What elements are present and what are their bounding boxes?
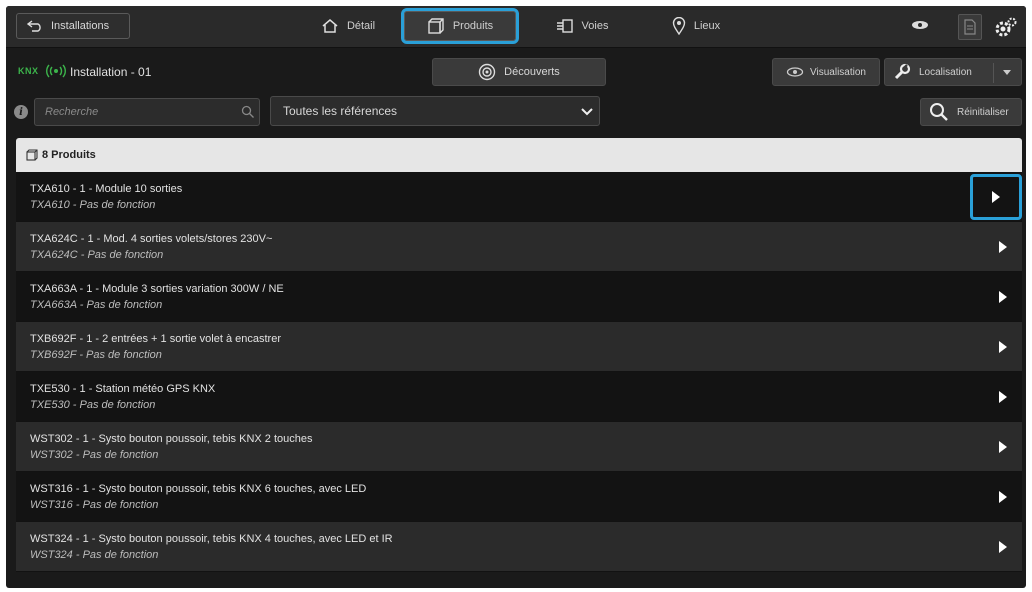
reset-filters-label: Réinitialiser — [957, 106, 1009, 118]
product-title: TXA624C - 1 - Mod. 4 sorties volets/stor… — [30, 233, 273, 245]
product-title: TXA663A - 1 - Module 3 sorties variation… — [30, 283, 284, 295]
product-subtitle: TXA663A - Pas de fonction — [30, 299, 163, 311]
product-row[interactable]: TXA663A - 1 - Module 3 sorties variation… — [16, 272, 1022, 322]
reset-filters-button[interactable]: Réinitialiser — [920, 98, 1022, 126]
installation-name: Installation - 01 — [70, 65, 152, 79]
product-title: WST302 - 1 - Systo bouton poussoir, tebi… — [30, 433, 313, 445]
product-subtitle: WST324 - Pas de fonction — [30, 549, 159, 561]
installation-toolbar: KNX Installation - 01 Découverts Visuali… — [6, 56, 1026, 88]
product-row[interactable]: WST324 - 1 - Systo bouton poussoir, tebi… — [16, 522, 1022, 572]
back-arrow-icon — [27, 20, 41, 32]
document-button[interactable] — [958, 14, 982, 40]
eye-toggle-icon[interactable] — [910, 18, 930, 32]
discover-button-label: Découverts — [504, 66, 560, 78]
product-list-header: 8 Produits — [16, 138, 1022, 172]
open-product-button[interactable] — [970, 174, 1022, 220]
play-arrow-icon[interactable] — [998, 440, 1008, 454]
play-arrow-icon[interactable] — [998, 240, 1008, 254]
reference-filter-value: Toutes les références — [283, 104, 398, 118]
location-pin-icon — [672, 17, 686, 35]
product-subtitle: TXE530 - Pas de fonction — [30, 399, 156, 411]
product-list: 8 Produits TXA610 - 1 - Module 10 sortie… — [16, 138, 1022, 582]
product-row[interactable]: TXA610 - 1 - Module 10 sorties TXA610 - … — [16, 172, 1022, 222]
product-subtitle: TXA610 - Pas de fonction — [30, 199, 156, 211]
play-arrow-icon — [992, 191, 1000, 203]
back-to-installations-button[interactable]: Installations — [16, 13, 130, 39]
product-count-label: 8 Produits — [42, 149, 96, 161]
box-icon — [428, 18, 444, 34]
product-title: TXA610 - 1 - Module 10 sorties — [30, 183, 183, 195]
product-title: TXE530 - 1 - Station météo GPS KNX — [30, 383, 216, 395]
product-title: TXB692F - 1 - 2 entrées + 1 sortie volet… — [30, 333, 281, 345]
tab-detail[interactable]: Détail — [302, 11, 394, 41]
wrench-tool-icon — [894, 63, 911, 80]
product-subtitle: TXB692F - Pas de fonction — [30, 349, 162, 361]
product-subtitle: WST302 - Pas de fonction — [30, 449, 159, 461]
product-title: WST324 - 1 - Systo bouton poussoir, tebi… — [30, 533, 393, 545]
filter-bar: i Toutes les références Réinitialiser — [6, 96, 1026, 128]
discover-button[interactable]: Découverts — [432, 58, 606, 86]
info-icon[interactable]: i — [14, 105, 28, 119]
visualisation-button[interactable]: Visualisation — [772, 58, 880, 86]
search-field — [34, 98, 260, 126]
document-icon — [964, 19, 976, 35]
play-arrow-icon[interactable] — [998, 540, 1008, 554]
app-window: Installations Détail Produits Voies Lieu… — [6, 6, 1026, 588]
search-reset-icon — [930, 103, 948, 121]
product-subtitle: WST316 - Pas de fonction — [30, 499, 159, 511]
channels-icon — [556, 19, 573, 33]
play-arrow-icon[interactable] — [998, 290, 1008, 304]
chevron-down-icon — [581, 108, 593, 116]
eye-icon — [786, 67, 804, 77]
product-row[interactable]: TXA624C - 1 - Mod. 4 sorties volets/stor… — [16, 222, 1022, 272]
tab-produits-label: Produits — [452, 20, 494, 32]
chevron-down-icon[interactable] — [1003, 70, 1011, 75]
product-row[interactable]: TXE530 - 1 - Station météo GPS KNX TXE53… — [16, 372, 1022, 422]
search-input[interactable] — [35, 99, 235, 125]
reference-filter-select[interactable]: Toutes les références — [270, 96, 600, 126]
knx-logo: KNX — [18, 66, 39, 76]
play-arrow-icon[interactable] — [998, 340, 1008, 354]
tab-voies-label: Voies — [581, 20, 609, 32]
tab-produits[interactable]: Produits — [401, 8, 519, 44]
tab-detail-label: Détail — [346, 20, 376, 32]
product-subtitle: TXA624C - Pas de fonction — [30, 249, 164, 261]
product-row[interactable]: WST316 - 1 - Systo bouton poussoir, tebi… — [16, 472, 1022, 522]
localisation-button-label: Localisation — [919, 66, 972, 78]
visualisation-button-label: Visualisation — [810, 66, 866, 78]
play-arrow-icon[interactable] — [998, 490, 1008, 504]
product-row[interactable]: WST302 - 1 - Systo bouton poussoir, tebi… — [16, 422, 1022, 472]
play-arrow-icon[interactable] — [998, 390, 1008, 404]
home-icon — [322, 19, 338, 33]
product-title: WST316 - 1 - Systo bouton poussoir, tebi… — [30, 483, 367, 495]
search-icon[interactable] — [241, 105, 255, 119]
localisation-button[interactable]: Localisation — [884, 58, 1022, 86]
tab-voies[interactable]: Voies — [536, 11, 628, 41]
button-divider — [993, 63, 994, 83]
discover-scan-icon — [478, 63, 496, 81]
tab-lieux-label: Lieux — [693, 20, 721, 32]
connection-signal-icon — [46, 64, 66, 78]
box-icon — [26, 149, 38, 161]
top-nav-bar: Installations Détail Produits Voies Lieu… — [6, 6, 1026, 48]
product-row[interactable]: TXB692F - 1 - 2 entrées + 1 sortie volet… — [16, 322, 1022, 372]
back-button-label: Installations — [51, 20, 110, 32]
settings-gear-icon[interactable] — [994, 16, 1018, 38]
tab-lieux[interactable]: Lieux — [658, 11, 734, 41]
